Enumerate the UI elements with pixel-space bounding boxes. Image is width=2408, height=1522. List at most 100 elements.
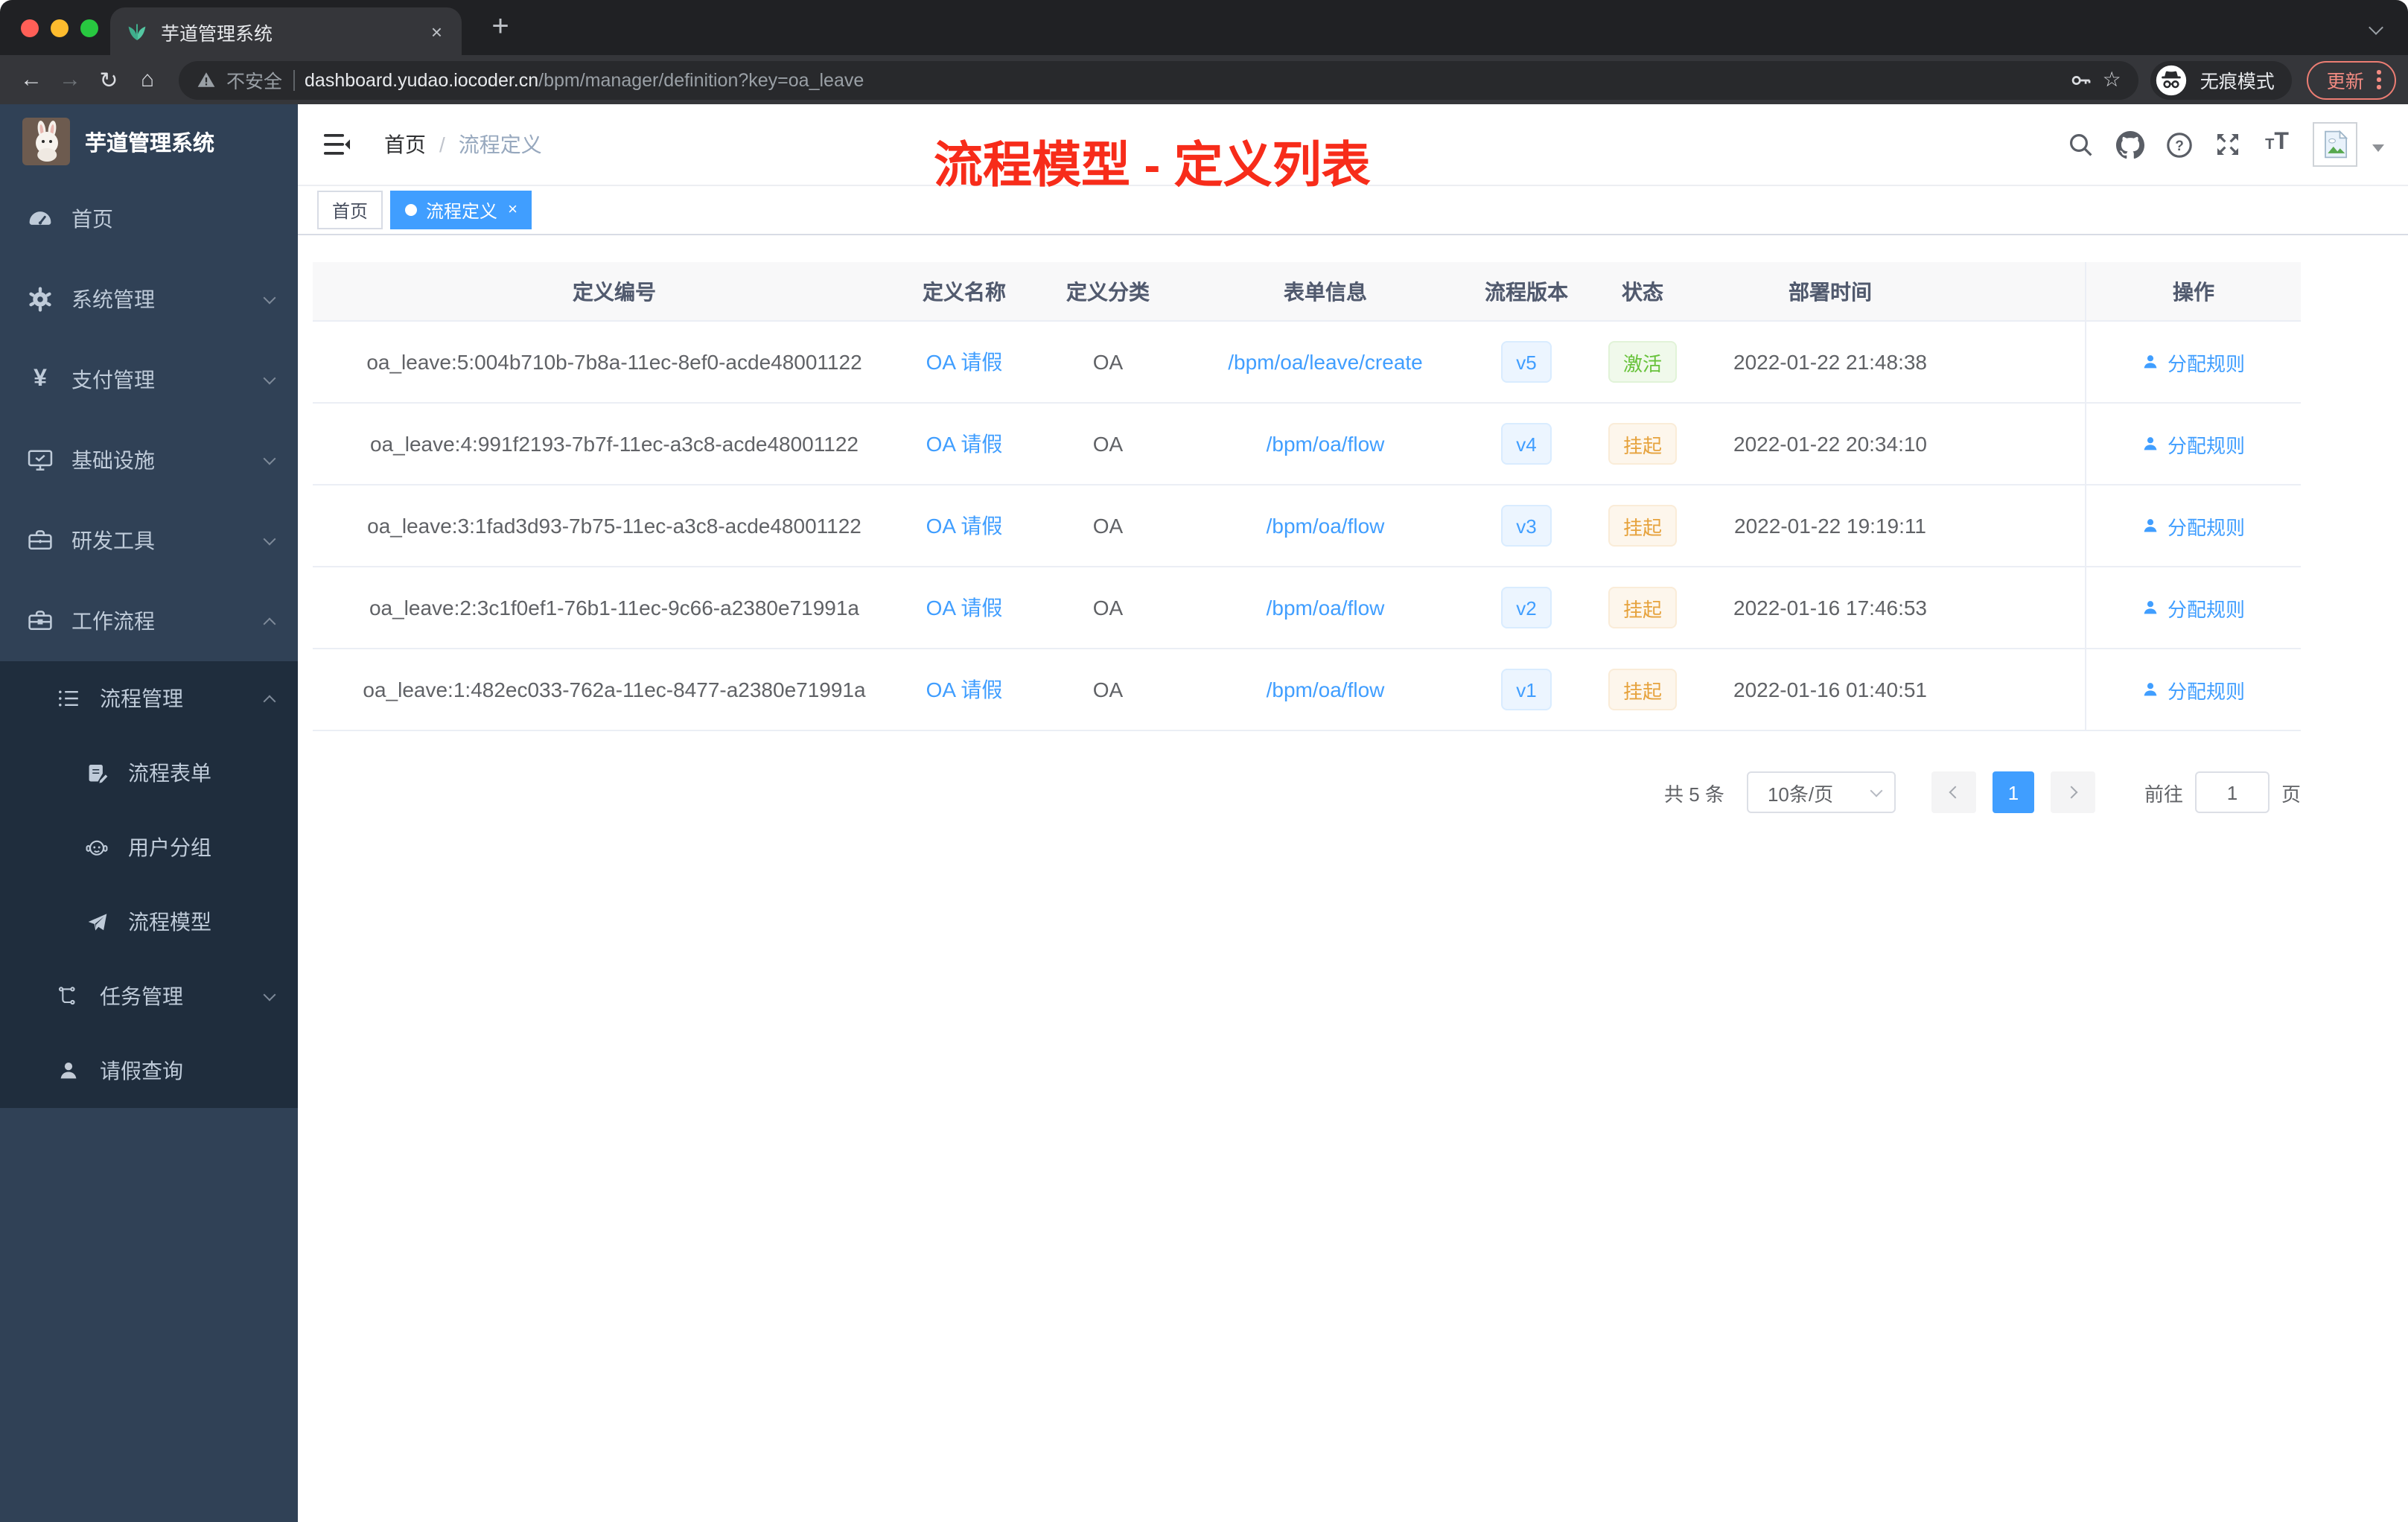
page-annotation: 流程模型 - 定义列表 xyxy=(934,137,1371,192)
col-header-id: 定义编号 xyxy=(573,279,656,303)
font-size-icon[interactable]: TT xyxy=(2262,130,2292,159)
sidebar-item-home[interactable]: 首页 xyxy=(0,179,298,259)
sidebar-item-payment[interactable]: ¥ 支付管理 xyxy=(0,340,298,420)
sidebar-item-system[interactable]: 系统管理 xyxy=(0,259,298,340)
close-window-button[interactable] xyxy=(21,19,39,37)
definition-name-link[interactable]: OA 请假 xyxy=(926,593,1003,623)
assign-rule-link[interactable]: 分配规则 xyxy=(2142,675,2245,704)
password-key-icon[interactable] xyxy=(2068,68,2092,92)
sidebar-item-task-management[interactable]: 任务管理 xyxy=(0,959,298,1034)
definition-id: oa_leave:2:3c1f0ef1-76b1-11ec-9c66-a2380… xyxy=(369,596,859,620)
sidebar: 芋道管理系统 首页 系统管理 ¥ 支付管理 基础设施 研发工具 工作流程 流程管… xyxy=(0,104,298,1522)
sidebar-item-leave-query[interactable]: 请假查询 xyxy=(0,1034,298,1108)
next-page-button[interactable] xyxy=(2050,771,2095,813)
breadcrumb-home[interactable]: 首页 xyxy=(384,130,426,159)
fullscreen-icon[interactable] xyxy=(2213,130,2243,159)
monitor-icon xyxy=(27,447,54,474)
definition-id: oa_leave:5:004b710b-7b8a-11ec-8ef0-acde4… xyxy=(366,350,862,374)
chevron-up-icon xyxy=(263,694,276,707)
browser-chrome: 芋道管理系统 × + ← → ↻ ⌂ 不安全 dashboard.yudao.i… xyxy=(0,0,2408,104)
definition-category: OA xyxy=(1092,350,1124,374)
github-icon[interactable] xyxy=(2115,130,2144,159)
avatar[interactable] xyxy=(2313,122,2357,167)
search-icon[interactable] xyxy=(2065,130,2095,159)
pagination: 共 5 条 10条/页 1 前往 页 xyxy=(313,771,2301,813)
security-label[interactable]: 不安全 xyxy=(226,66,282,94)
table-row: oa_leave:2:3c1f0ef1-76b1-11ec-9c66-a2380… xyxy=(313,567,2301,649)
version-badge: v3 xyxy=(1501,505,1552,547)
sidebar-toggle-icon[interactable] xyxy=(322,130,351,159)
version-badge: v4 xyxy=(1501,423,1552,465)
definition-category: OA xyxy=(1092,432,1124,456)
form-link[interactable]: /bpm/oa/leave/create xyxy=(1228,350,1423,374)
tab-close-icon[interactable]: × xyxy=(427,20,447,42)
sidebar-item-infrastructure[interactable]: 基础设施 xyxy=(0,420,298,500)
current-page-button[interactable]: 1 xyxy=(1992,771,2034,813)
definition-id: oa_leave:4:991f2193-7b7f-11ec-a3c8-acde4… xyxy=(370,432,859,456)
browser-update-button[interactable]: 更新 xyxy=(2307,60,2396,99)
tab-search-chevron-icon[interactable] xyxy=(2369,20,2383,35)
definition-name-link[interactable]: OA 请假 xyxy=(926,675,1003,704)
dashboard-icon xyxy=(27,206,54,232)
browser-tab[interactable]: 芋道管理系统 × xyxy=(110,7,462,55)
list-icon xyxy=(57,687,80,710)
browser-menu-icon[interactable] xyxy=(2377,70,2381,89)
briefcase-icon xyxy=(27,608,54,634)
col-header-version: 流程版本 xyxy=(1485,279,1568,303)
sidebar-item-process-management[interactable]: 流程管理 xyxy=(0,661,298,736)
user-icon xyxy=(57,1059,80,1083)
chevron-down-icon xyxy=(263,987,276,1001)
sidebar-item-user-group[interactable]: 用户分组 xyxy=(0,810,298,885)
new-tab-button[interactable]: + xyxy=(480,6,521,48)
incognito-icon xyxy=(2156,64,2187,95)
col-header-form: 表单信息 xyxy=(1284,279,1367,303)
definition-id: oa_leave:3:1fad3d93-7b75-11ec-a3c8-acde4… xyxy=(367,514,861,538)
sidebar-item-process-form[interactable]: 流程表单 xyxy=(0,736,298,810)
tag-process-definition[interactable]: 流程定义 × xyxy=(390,191,532,229)
chevron-down-icon xyxy=(263,532,276,545)
prev-page-button[interactable] xyxy=(1931,771,1976,813)
col-header-category: 定义分类 xyxy=(1066,279,1150,303)
definition-name-link[interactable]: OA 请假 xyxy=(926,347,1003,377)
forward-button[interactable]: → xyxy=(51,67,89,92)
help-icon[interactable]: ? xyxy=(2164,130,2194,159)
bookmark-star-icon[interactable]: ☆ xyxy=(2103,67,2121,92)
form-link[interactable]: /bpm/oa/flow xyxy=(1267,678,1385,701)
user-icon xyxy=(2144,519,2158,532)
zoom-window-button[interactable] xyxy=(80,19,98,37)
sidebar-item-process-model[interactable]: 流程模型 xyxy=(0,885,298,959)
status-badge: 激活 xyxy=(1608,341,1678,383)
avatar-caret-icon[interactable] xyxy=(2372,144,2384,151)
reload-button[interactable]: ↻ xyxy=(89,66,128,93)
goto-page-input[interactable] xyxy=(2194,771,2270,813)
back-button[interactable]: ← xyxy=(12,67,51,92)
form-link[interactable]: /bpm/oa/flow xyxy=(1267,514,1385,538)
page-container: 定义编号 定义名称 定义分类 表单信息 流程版本 状态 部署时间 操作 oa_l… xyxy=(298,235,2408,813)
minimize-window-button[interactable] xyxy=(51,19,69,37)
home-button[interactable]: ⌂ xyxy=(128,67,167,92)
tag-home[interactable]: 首页 xyxy=(317,191,383,229)
version-badge: v1 xyxy=(1501,669,1552,710)
assign-rule-link[interactable]: 分配规则 xyxy=(2142,430,2245,458)
yen-icon: ¥ xyxy=(34,366,47,392)
workflow-submenu: 流程管理 流程表单 用户分组 流程模型 任务管理 请假查询 xyxy=(0,661,298,1108)
form-link[interactable]: /bpm/oa/flow xyxy=(1267,432,1385,456)
sidebar-item-dev-tools[interactable]: 研发工具 xyxy=(0,500,298,581)
tag-close-icon[interactable]: × xyxy=(508,201,517,219)
url-bar[interactable]: 不安全 dashboard.yudao.iocoder.cn/bpm/manag… xyxy=(179,60,2139,99)
page-size-select[interactable]: 10条/页 xyxy=(1746,771,1896,813)
form-link[interactable]: /bpm/oa/flow xyxy=(1267,596,1385,620)
definition-name-link[interactable]: OA 请假 xyxy=(926,429,1003,459)
active-dot xyxy=(405,204,418,216)
assign-rule-link[interactable]: 分配规则 xyxy=(2142,512,2245,540)
definition-category: OA xyxy=(1092,596,1124,620)
assign-rule-link[interactable]: 分配规则 xyxy=(2142,348,2245,376)
sidebar-item-workflow[interactable]: 工作流程 xyxy=(0,581,298,661)
definition-name-link[interactable]: OA 请假 xyxy=(926,511,1003,541)
assign-rule-link[interactable]: 分配规则 xyxy=(2142,593,2245,622)
browser-toolbar: ← → ↻ ⌂ 不安全 dashboard.yudao.iocoder.cn/b… xyxy=(0,55,2408,104)
deploy-time: 2022-01-16 01:40:51 xyxy=(1733,678,1927,701)
definition-table: 定义编号 定义名称 定义分类 表单信息 流程版本 状态 部署时间 操作 oa_l… xyxy=(313,262,2301,731)
toolbox-icon xyxy=(27,527,54,554)
url-text[interactable]: dashboard.yudao.iocoder.cn/bpm/manager/d… xyxy=(305,69,864,90)
